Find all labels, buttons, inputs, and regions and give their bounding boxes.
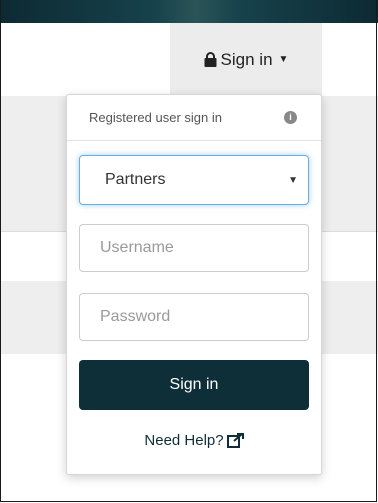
window-frame	[0, 0, 377, 502]
